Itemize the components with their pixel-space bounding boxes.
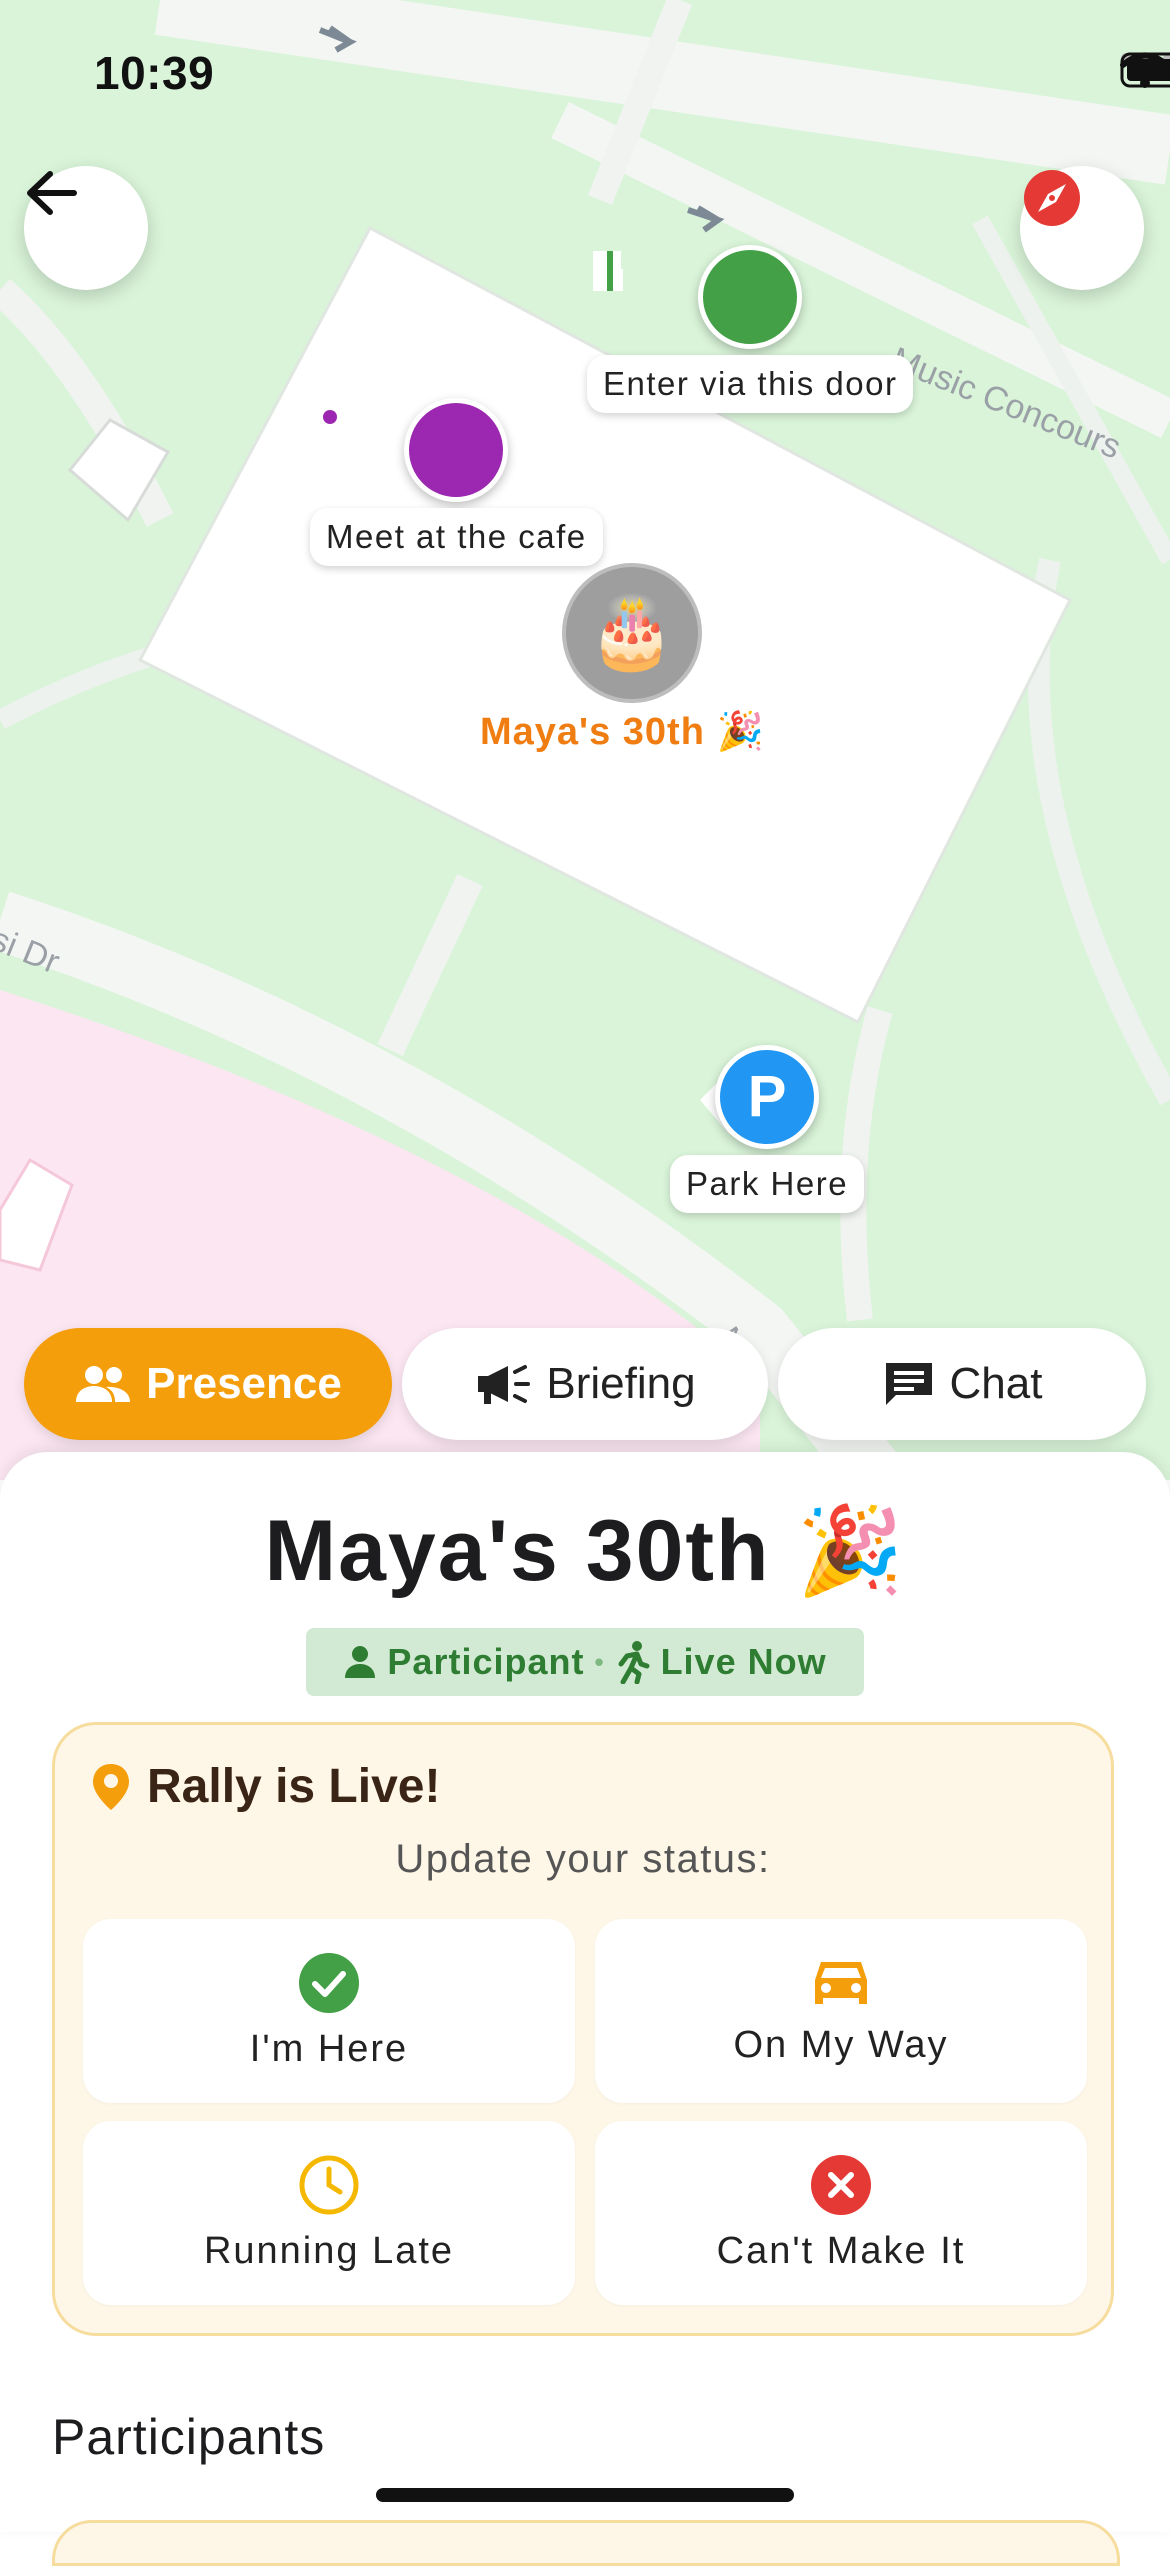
tab-briefing[interactable]: Briefing xyxy=(402,1328,768,1440)
marker-entrance-label: Enter via this door xyxy=(587,355,914,413)
role-status-badge: Participant • Live Now xyxy=(306,1628,864,1696)
location-pin-icon xyxy=(93,1763,129,1810)
role-label: Participant xyxy=(387,1641,585,1682)
people-icon xyxy=(76,1366,131,1402)
status-option-label: Running Late xyxy=(203,2229,455,2272)
running-person-icon xyxy=(618,1641,650,1684)
car-icon xyxy=(815,1961,867,2004)
tab-briefing-label: Briefing xyxy=(546,1359,696,1408)
role-separator: • xyxy=(594,1646,605,1677)
live-status-label: Live Now xyxy=(660,1641,827,1682)
compass-button[interactable] xyxy=(1020,166,1144,290)
participants-heading: Participants xyxy=(52,2409,326,2465)
compass-icon xyxy=(1024,170,1080,226)
marker-meeting-label: Meet at the cafe xyxy=(310,508,603,566)
status-option-im-here[interactable]: I'm Here xyxy=(83,1919,575,2103)
arrow-left-icon xyxy=(27,171,77,215)
status-option-running-late[interactable]: Running Late xyxy=(83,2121,575,2305)
rally-live-card: Rally is Live! Update your status: I'm H… xyxy=(52,1722,1114,2336)
status-option-cant-make-it[interactable]: Can't Make It xyxy=(595,2121,1087,2305)
rally-live-subheading: Update your status: xyxy=(395,1837,771,1881)
tab-chat[interactable]: Chat xyxy=(778,1328,1146,1440)
back-button[interactable] xyxy=(24,166,148,290)
participants-card-peek xyxy=(52,2520,1120,2566)
tab-presence[interactable]: Presence xyxy=(24,1328,392,1440)
check-circle-icon xyxy=(299,1952,359,2013)
chat-icon xyxy=(885,1363,932,1405)
segment-tabs: Presence Briefing Chat xyxy=(24,1328,1146,1440)
event-title: Maya's 30th 🎉 xyxy=(264,1503,906,1599)
map-view[interactable]: Music Concours si Dr Na 10:39 xyxy=(0,0,1170,1480)
status-option-label: On My Way xyxy=(733,2023,949,2066)
event-marker-label: Maya's 30th 🎉 xyxy=(480,711,765,753)
status-option-label: I'm Here xyxy=(249,2027,409,2070)
status-option-label: Can't Make It xyxy=(716,2229,966,2272)
marker-meeting-point[interactable]: Meet at the cafe xyxy=(310,398,603,566)
event-marker-avatar[interactable]: 🎂 xyxy=(562,563,702,703)
home-indicator[interactable] xyxy=(376,2488,794,2502)
marker-entrance[interactable]: Enter via this door xyxy=(587,245,914,413)
status-bar-time: 10:39 xyxy=(94,47,215,99)
marker-parking[interactable]: P Park Here xyxy=(670,1045,865,1213)
clock-icon xyxy=(299,2155,359,2214)
door-icon xyxy=(593,245,803,349)
tab-chat-label: Chat xyxy=(949,1359,1043,1408)
cake-icon: 🎂 xyxy=(588,593,676,671)
location-pin-icon xyxy=(313,398,509,502)
parking-icon: P xyxy=(715,1045,820,1149)
status-option-on-my-way[interactable]: On My Way xyxy=(595,1919,1087,2103)
marker-parking-label: Park Here xyxy=(670,1155,865,1213)
battery-icon xyxy=(1120,52,1170,88)
cancel-circle-icon xyxy=(811,2154,871,2215)
rally-live-title: Rally is Live! xyxy=(147,1760,441,1813)
person-icon xyxy=(345,1646,376,1678)
tab-presence-label: Presence xyxy=(146,1359,342,1408)
megaphone-icon xyxy=(478,1365,531,1404)
rally-live-heading: Rally is Live! xyxy=(91,1759,440,1814)
